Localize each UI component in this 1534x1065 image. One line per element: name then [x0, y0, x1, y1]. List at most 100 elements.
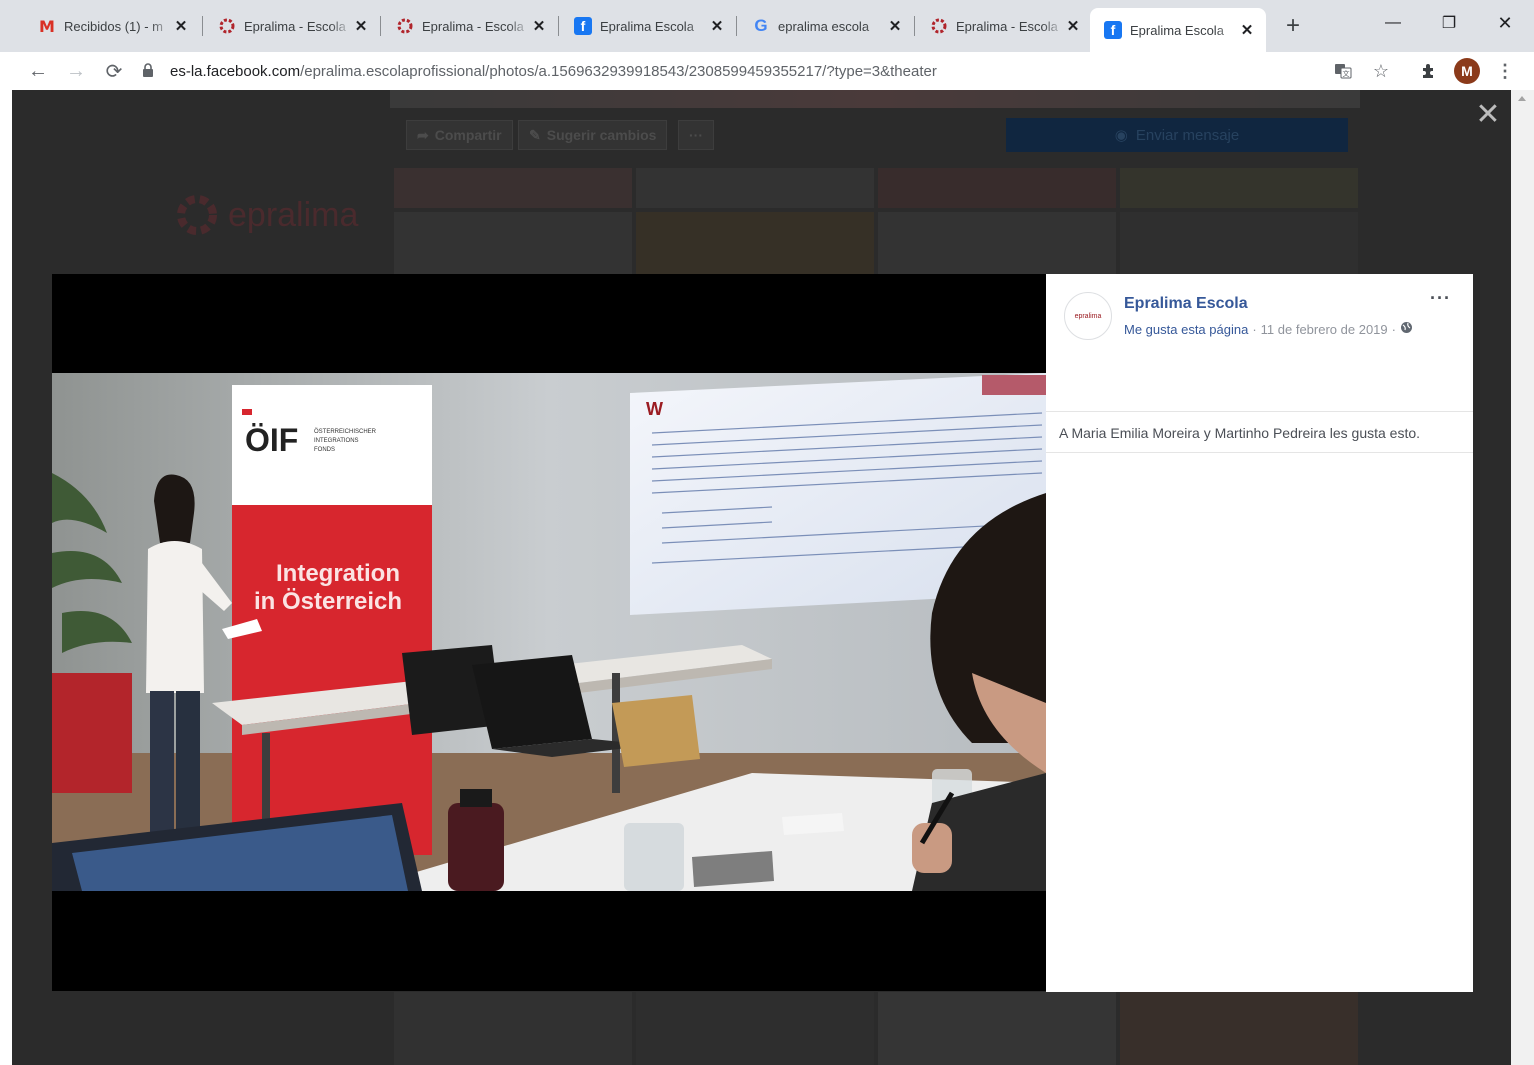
reload-button[interactable]: ⟳: [98, 55, 130, 87]
post-meta: Me gusta esta página · 11 de febrero de …: [1124, 321, 1413, 337]
browser-tab[interactable]: M Recibidos (1) - m ✕: [24, 8, 200, 44]
epralima-icon: [396, 17, 414, 35]
tab-title: Epralima Escola: [1130, 22, 1224, 38]
browser-menu-icon[interactable]: ⋮: [1492, 58, 1518, 84]
tab-title: Epralima - Escola: [422, 18, 524, 34]
facebook-icon: f: [1104, 21, 1122, 39]
banner-sub1: ÖSTERREICHISCHER: [314, 428, 377, 435]
photo-details-panel: epralima Epralima Escola Me gusta esta p…: [1046, 274, 1473, 992]
photo-thumbnail[interactable]: [636, 992, 874, 1065]
close-tab-icon[interactable]: ✕: [530, 17, 548, 35]
extensions-icon[interactable]: [1416, 58, 1442, 84]
forward-button[interactable]: →: [60, 55, 92, 87]
close-tab-icon[interactable]: ✕: [1064, 17, 1082, 35]
post-date[interactable]: 11 de febrero de 2019: [1261, 322, 1388, 337]
pencil-icon: ✎: [529, 126, 541, 143]
tab-title: Epralima - Escola: [956, 18, 1058, 34]
banner-sub3: FONDS: [314, 447, 335, 453]
globe-icon: [1400, 321, 1413, 337]
close-tab-icon[interactable]: ✕: [1238, 21, 1256, 39]
page-scrollbar[interactable]: [1511, 90, 1534, 1065]
bookmark-star-icon[interactable]: ☆: [1368, 58, 1394, 84]
banner-sub2: INTEGRATIONS: [314, 438, 359, 444]
event-photo-illustration: W ÖIF ÖSTERREICHISCHER INTEGRATIONS FOND…: [52, 373, 1046, 891]
epralima-logo-icon: [177, 195, 217, 235]
photo-thumbnail[interactable]: [878, 992, 1116, 1065]
share-button[interactable]: ➦ Compartir: [406, 120, 513, 150]
likes-summary[interactable]: A Maria Emilia Moreira y Martinho Pedrei…: [1059, 425, 1420, 441]
url-path: /epralima.escolaprofissional/photos/a.15…: [300, 62, 937, 80]
banner-line2: in Österreich: [254, 588, 402, 615]
photo-thumbnail[interactable]: [878, 212, 1116, 274]
send-message-label: Enviar mensaje: [1135, 126, 1240, 144]
photo-stage[interactable]: W ÖIF ÖSTERREICHISCHER INTEGRATIONS FOND…: [52, 274, 1046, 991]
photo-thumbnail[interactable]: [878, 168, 1116, 208]
like-page-link[interactable]: Me gusta esta página: [1124, 322, 1248, 337]
meta-separator: ·: [1252, 321, 1257, 337]
close-viewer-button[interactable]: ✕: [1474, 97, 1502, 132]
photo-thumbnail[interactable]: [636, 168, 874, 208]
messenger-icon: ◉: [1114, 127, 1128, 144]
tab-title: Epralima Escola: [600, 18, 694, 34]
close-tab-icon[interactable]: ✕: [708, 17, 726, 35]
google-icon: G: [754, 16, 768, 35]
new-tab-button[interactable]: +: [1279, 12, 1307, 40]
photo-thumbnail[interactable]: [394, 212, 632, 274]
photo-thumbnail[interactable]: [636, 212, 874, 274]
cover-photo: [390, 90, 1360, 108]
lock-icon: [142, 62, 158, 80]
photo-thumbnail[interactable]: [394, 168, 632, 208]
suggest-label: Sugerir cambios: [546, 127, 657, 143]
divider: [1046, 452, 1473, 453]
gmail-icon: M: [39, 16, 55, 36]
post-options-button[interactable]: ···: [1430, 288, 1451, 309]
facebook-icon: f: [574, 17, 592, 35]
more-options-button[interactable]: ···: [678, 120, 714, 150]
photo-thumbnail[interactable]: [1120, 992, 1358, 1065]
browser-tab[interactable]: Epralima - Escola ✕: [382, 8, 558, 44]
photo-thumbnail[interactable]: [1120, 168, 1358, 208]
close-window-button[interactable]: ✕: [1482, 8, 1528, 38]
close-tab-icon[interactable]: ✕: [886, 17, 904, 35]
epralima-icon: [218, 17, 236, 35]
browser-tab[interactable]: Epralima - Escola ✕: [916, 8, 1092, 44]
avatar-logo-text: epralima: [1074, 312, 1102, 320]
browser-tab-active[interactable]: f Epralima Escola ✕: [1090, 8, 1266, 52]
svg-text:文: 文: [1343, 69, 1350, 78]
page-avatar[interactable]: epralima: [1064, 292, 1112, 340]
epralima-icon: [930, 17, 948, 35]
event-photo[interactable]: W ÖIF ÖSTERREICHISCHER INTEGRATIONS FOND…: [52, 373, 1046, 891]
url-host: es-la.facebook.com: [170, 62, 301, 80]
send-message-button[interactable]: ◉ Enviar mensaje: [1006, 118, 1348, 152]
page-name-link[interactable]: Epralima Escola: [1124, 295, 1248, 313]
minimize-button[interactable]: —: [1370, 8, 1416, 38]
tab-divider: [736, 16, 737, 36]
profile-avatar[interactable]: M: [1454, 58, 1480, 84]
close-tab-icon[interactable]: ✕: [172, 17, 190, 35]
suggest-edits-button[interactable]: ✎ Sugerir cambios: [518, 120, 668, 150]
browser-tab[interactable]: G epralima escola ✕: [738, 8, 914, 44]
logo-text: epralima: [228, 195, 359, 234]
photo-thumbnail[interactable]: [1120, 212, 1358, 274]
banner-line1: Integration: [276, 560, 400, 587]
browser-tab[interactable]: Epralima - Escola ✕: [204, 8, 380, 44]
tab-divider: [380, 16, 381, 36]
restore-button[interactable]: ❐: [1426, 8, 1472, 38]
photo-thumbnail[interactable]: [394, 992, 632, 1065]
page-viewport: ➦ Compartir ✎ Sugerir cambios ··· ◉ Envi…: [12, 90, 1511, 1065]
tab-title: epralima escola: [778, 18, 870, 34]
close-tab-icon[interactable]: ✕: [352, 17, 370, 35]
page-logo: epralima: [172, 190, 358, 240]
tab-title: Recibidos (1) - m: [64, 18, 163, 34]
banner-logo: ÖIF: [245, 422, 298, 458]
browser-tab[interactable]: f Epralima Escola ✕: [560, 8, 736, 44]
meta-separator: ·: [1391, 321, 1396, 337]
scroll-up-icon[interactable]: [1518, 96, 1526, 101]
tab-divider: [202, 16, 203, 36]
browser-toolbar: ← → ⟳ es-la.facebook.com/epralima.escola…: [0, 52, 1534, 90]
back-button[interactable]: ←: [22, 55, 54, 87]
address-bar[interactable]: es-la.facebook.com/epralima.escolaprofis…: [142, 56, 1322, 86]
translate-icon[interactable]: 文: [1330, 58, 1356, 84]
divider: [1046, 411, 1473, 412]
share-icon: ➦: [417, 126, 429, 143]
